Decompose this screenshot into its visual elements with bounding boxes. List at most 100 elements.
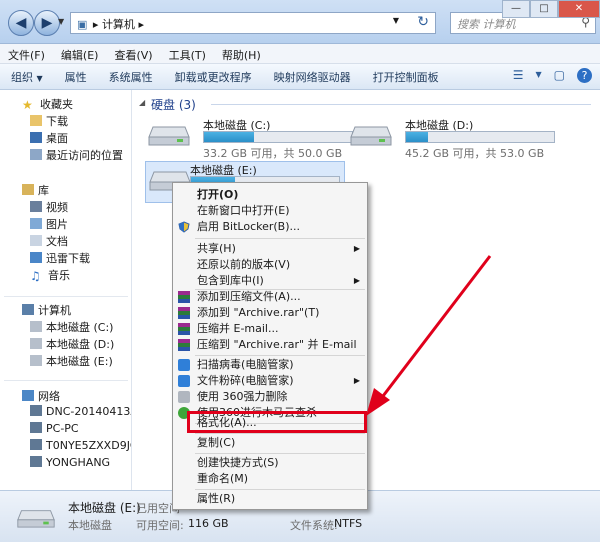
address-bar[interactable]: ▣ ▸ 计算机 ▸ ▼ ↻ <box>70 12 436 34</box>
menu-item-share[interactable]: 共享(H) ▶ <box>174 241 366 257</box>
menu-item-label: 压缩到 "Archive.rar" 并 E-mail <box>197 338 357 351</box>
collapse-icon[interactable]: ◢ <box>139 98 145 107</box>
chevron-down-icon[interactable]: ▼ <box>58 17 64 26</box>
sidebar-label: 迅雷下载 <box>46 252 90 265</box>
sidebar-item-music[interactable]: ♫ 音乐 <box>30 267 70 283</box>
back-button[interactable]: ◀ <box>8 10 34 36</box>
refresh-icon[interactable]: ↻ <box>417 14 429 30</box>
drive-icon <box>30 321 42 332</box>
sidebar-item-network-pc[interactable]: T0NYE5ZXXD9JGAN <box>30 439 131 455</box>
sidebar-network[interactable]: 网络 <box>22 388 60 404</box>
tencent-shield-icon <box>178 359 190 371</box>
sidebar-label: 图片 <box>46 218 68 231</box>
menu-edit[interactable]: 编辑(E) <box>53 44 107 63</box>
maximize-icon[interactable]: □ <box>530 0 558 18</box>
sidebar-label: 视频 <box>46 201 68 214</box>
sidebar-item-drive-e[interactable]: 本地磁盘 (E:) <box>30 353 113 369</box>
menu-file[interactable]: 文件(F) <box>0 44 53 63</box>
menu-item-shred-file[interactable]: 文件粉碎(电脑管家) ▶ <box>174 373 366 389</box>
menu-item-properties[interactable]: 属性(R) <box>174 491 366 507</box>
menu-separator <box>195 433 365 434</box>
sidebar-item-drive-d[interactable]: 本地磁盘 (D:) <box>30 336 114 352</box>
sidebar-item-network-pc[interactable]: PC-PC <box>30 422 79 438</box>
sidebar-label: 本地磁盘 (C:) <box>46 321 114 334</box>
menu-item-create-shortcut[interactable]: 创建快捷方式(S) <box>174 455 366 471</box>
chevron-down-icon[interactable]: ▼ <box>536 68 542 83</box>
map-network-drive-button[interactable]: 映射网络驱动器 <box>263 69 362 85</box>
menu-item-label: 启用 BitLocker(B)... <box>197 220 301 233</box>
menu-help[interactable]: 帮助(H) <box>214 44 269 63</box>
sidebar-label: 文档 <box>46 235 68 248</box>
organize-button[interactable]: 组织 ▼ <box>0 69 54 85</box>
sidebar-label: 收藏夹 <box>40 98 73 111</box>
menu-item-include-in-library[interactable]: 包含到库中(I) ▶ <box>174 273 366 289</box>
close-icon[interactable]: ✕ <box>558 0 600 18</box>
menu-item-copy[interactable]: 复制(C) <box>174 435 366 451</box>
recent-places-icon <box>30 149 42 160</box>
sidebar-item-videos[interactable]: 视频 <box>30 199 68 215</box>
menu-item-open-new-window[interactable]: 在新窗口中打开(E) <box>174 203 366 219</box>
menu-item-restore-versions[interactable]: 还原以前的版本(V) <box>174 257 366 273</box>
sidebar-label: 本地磁盘 (D:) <box>46 338 115 351</box>
sidebar-item-network-pc[interactable]: DNC-20140413AKD <box>30 405 131 421</box>
menu-item-label: 重命名(M) <box>197 472 249 485</box>
winrar-icon <box>178 307 190 319</box>
drive-d[interactable]: 本地磁盘 (D:) 45.2 GB 可用，共 53.0 GB <box>349 117 559 160</box>
forward-button[interactable]: ▶ <box>34 10 60 36</box>
sidebar-item-desktop[interactable]: 桌面 <box>30 130 68 146</box>
drive-c[interactable]: 本地磁盘 (C:) 33.2 GB 可用，共 50.0 GB <box>147 117 357 160</box>
menu-item-scan-virus[interactable]: 扫描病毒(电脑管家) <box>174 357 366 373</box>
chevron-down-icon: ▼ <box>36 73 43 83</box>
menu-item-360-force-delete[interactable]: 使用 360强力删除 <box>174 389 366 405</box>
menu-item-label: 共享(H) <box>197 242 236 255</box>
shield-icon <box>178 221 190 233</box>
sidebar-item-documents[interactable]: 文档 <box>30 233 68 249</box>
breadcrumb[interactable]: 计算机 <box>102 18 135 31</box>
menu-view[interactable]: 查看(V) <box>106 44 160 63</box>
menu-item-open[interactable]: 打开(O) <box>174 187 366 203</box>
sidebar-item-drive-c[interactable]: 本地磁盘 (C:) <box>30 319 113 335</box>
winrar-icon <box>178 291 190 303</box>
drive-usage-fill <box>204 132 255 142</box>
menu-item-compress-rar-email[interactable]: 压缩到 "Archive.rar" 并 E-mail <box>174 337 366 353</box>
menu-item-bitlocker[interactable]: 启用 BitLocker(B)... <box>174 219 366 235</box>
group-title[interactable]: 硬盘 (3) <box>151 96 196 113</box>
menu-tools[interactable]: 工具(T) <box>161 44 214 63</box>
view-options-icon[interactable]: ☰ <box>513 68 524 83</box>
menu-item-label: 文件粉碎(电脑管家) <box>197 374 294 387</box>
menu-item-add-to-archive-rar[interactable]: 添加到 "Archive.rar"(T) <box>174 305 366 321</box>
pc-icon <box>30 439 42 450</box>
open-control-panel-button[interactable]: 打开控制面板 <box>362 69 450 85</box>
menu-separator <box>195 355 365 356</box>
menu-item-rename[interactable]: 重命名(M) <box>174 471 366 487</box>
library-icon <box>22 184 34 195</box>
sidebar-item-recent[interactable]: 最近访问的位置 <box>30 147 123 163</box>
context-menu: 打开(O) 在新窗口中打开(E) 启用 BitLocker(B)... 共享(H… <box>172 182 368 510</box>
navigation-pane: ★ 收藏夹 下载 桌面 最近访问的位置 库 视频 图片 文档 迅雷下载 ♫ 音乐 计… <box>0 90 132 490</box>
sidebar-item-network-pc[interactable]: YONGHANG <box>30 456 110 472</box>
hard-drive-icon <box>350 126 392 146</box>
sidebar-favorites[interactable]: ★ 收藏夹 <box>22 96 73 112</box>
sidebar-computer[interactable]: 计算机 <box>22 302 71 318</box>
sidebar-libraries[interactable]: 库 <box>22 182 49 198</box>
sidebar-label: 计算机 <box>38 304 71 317</box>
menu-item-add-to-archive[interactable]: 添加到压缩文件(A)... <box>174 289 366 305</box>
sidebar-item-pictures[interactable]: 图片 <box>30 216 68 232</box>
menu-separator <box>195 238 365 239</box>
help-icon[interactable]: ? <box>577 68 592 83</box>
details-fs-label: 文件系统: <box>290 519 338 532</box>
menu-item-label: 复制(C) <box>197 436 236 449</box>
uninstall-program-button[interactable]: 卸载或更改程序 <box>164 69 263 85</box>
chevron-down-icon[interactable]: ▼ <box>393 16 399 25</box>
sidebar-item-downloads[interactable]: 下载 <box>30 113 68 129</box>
winrar-icon <box>178 339 190 351</box>
system-properties-button[interactable]: 系统属性 <box>98 69 164 85</box>
minimize-icon[interactable]: — <box>502 0 530 18</box>
preview-pane-icon[interactable]: ▢ <box>554 68 565 83</box>
music-icon: ♫ <box>30 269 41 283</box>
menu-item-label: 压缩并 E-mail... <box>197 322 279 335</box>
sidebar-item-xunlei[interactable]: 迅雷下载 <box>30 250 90 266</box>
properties-button[interactable]: 属性 <box>54 69 98 85</box>
menu-item-compress-email[interactable]: 压缩并 E-mail... <box>174 321 366 337</box>
star-icon: ★ <box>22 98 33 112</box>
